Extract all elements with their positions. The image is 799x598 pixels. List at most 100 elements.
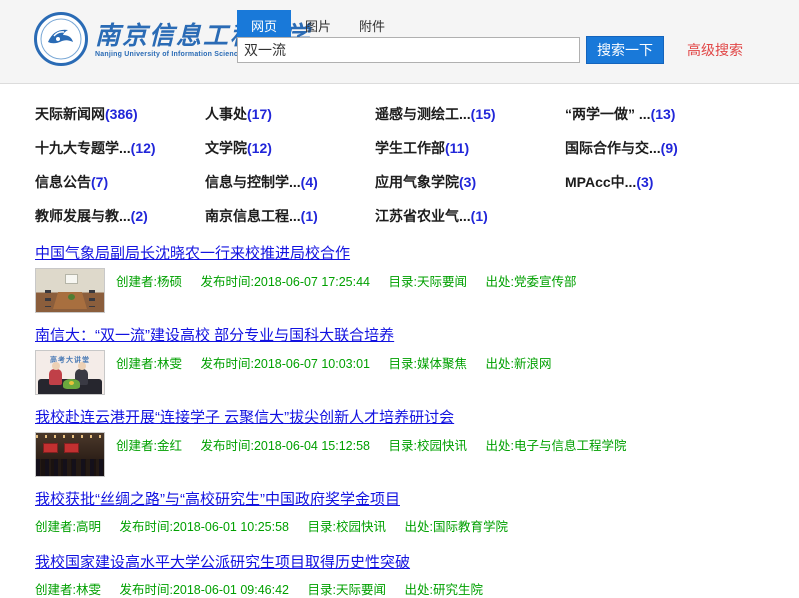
search-row: 搜索一下 高级搜索 <box>237 37 743 64</box>
result-meta: 创建者:高明 发布时间:2018-06-01 10:25:58 目录:校园快讯 … <box>35 514 799 535</box>
category-label: 南京信息工程... <box>205 208 301 224</box>
photo-people <box>45 290 51 307</box>
result-thumbnail[interactable] <box>35 432 105 477</box>
meta-category: 目录:媒体聚焦 <box>389 357 467 371</box>
category-count: (15) <box>471 106 496 122</box>
meta-source: 出处:新浪网 <box>485 357 551 371</box>
category-link[interactable]: 江苏省农业气...(1) <box>375 206 565 228</box>
result-title-link[interactable]: 我校赴连云港开展“连接学子 云聚信大”拔尖创新人才培养研讨会 <box>35 408 454 427</box>
category-count: (11) <box>445 140 469 156</box>
result-title-link[interactable]: 我校国家建设高水平大学公派研究生项目取得历史性突破 <box>35 553 410 572</box>
category-link[interactable]: 教师发展与教...(2) <box>35 206 205 228</box>
result-title-link[interactable]: 中国气象局副局长沈晓农一行来校推进局校合作 <box>35 244 350 263</box>
tab-webpage[interactable]: 网页 <box>237 10 291 37</box>
result-body: 创建者:金红 发布时间:2018-06-04 15:12:58 目录:校园快讯 … <box>35 432 799 477</box>
category-label: 国际合作与交... <box>565 140 661 156</box>
category-link[interactable]: 南京信息工程...(1) <box>205 206 375 228</box>
category-count: (17) <box>247 106 272 122</box>
category-count: (13) <box>651 106 676 122</box>
category-count: (9) <box>661 140 678 156</box>
category-link[interactable]: 天际新闻网(386) <box>35 104 205 126</box>
category-link[interactable]: MPAcc中...(3) <box>565 172 765 194</box>
photo-banner-text: 高考大讲堂 <box>36 355 104 365</box>
photo-people <box>89 290 95 307</box>
photo-person <box>49 369 62 385</box>
meta-creator: 创建者:高明 <box>35 520 101 534</box>
search-result-item: 我校赴连云港开展“连接学子 云聚信大”拔尖创新人才培养研讨会 创建者:金红 发布… <box>35 408 799 477</box>
meta-creator: 创建者:林雯 <box>116 357 182 371</box>
result-meta: 创建者:林雯 发布时间:2018-06-01 09:46:42 目录:天际要闻 … <box>35 577 799 598</box>
category-label: “两学一做” ... <box>565 106 651 122</box>
category-label: 十九大专题学... <box>35 140 131 156</box>
category-count: (2) <box>131 208 148 224</box>
meta-category: 目录:校园快讯 <box>308 520 386 534</box>
meta-source: 出处:电子与信息工程学院 <box>485 439 626 453</box>
result-thumbnail[interactable]: 高考大讲堂 <box>35 350 105 395</box>
meta-creator: 创建者:林雯 <box>35 583 101 597</box>
header: 南京信息工程大学 Nanjing University of Informati… <box>0 0 799 84</box>
category-count: (12) <box>247 140 272 156</box>
category-link[interactable]: 信息公告(7) <box>35 172 205 194</box>
result-thumbnail[interactable] <box>35 268 105 313</box>
meta-source: 出处:国际教育学院 <box>404 520 507 534</box>
search-result-item: 我校国家建设高水平大学公派研究生项目取得历史性突破 创建者:林雯 发布时间:20… <box>35 553 799 598</box>
search-result-item: 南信大：“双一流”建设高校 部分专业与国科大联合培养 高考大讲堂 创建者:林雯 … <box>35 326 799 395</box>
category-link[interactable]: 信息与控制学...(4) <box>205 172 375 194</box>
search-result-item: 我校获批“丝绸之路”与“高校研究生”中国政府奖学金项目 创建者:高明 发布时间:… <box>35 490 799 535</box>
category-count: (3) <box>636 174 653 190</box>
meta-publish-time: 发布时间:2018-06-07 17:25:44 <box>200 275 370 289</box>
photo-screen <box>43 443 58 453</box>
category-label: 天际新闻网 <box>35 106 105 122</box>
category-count: (386) <box>105 106 138 122</box>
category-count: (4) <box>301 174 318 190</box>
photo-ceiling-lights <box>36 435 104 438</box>
meta-publish-time: 发布时间:2018-06-07 10:03:01 <box>200 357 370 371</box>
meta-publish-time: 发布时间:2018-06-01 09:46:42 <box>119 583 289 597</box>
category-link[interactable]: 人事处(17) <box>205 104 375 126</box>
category-label: 教师发展与教... <box>35 208 131 224</box>
photo-flowers <box>63 379 80 389</box>
result-body: 创建者:杨硕 发布时间:2018-06-07 17:25:44 目录:天际要闻 … <box>35 268 799 313</box>
meta-category: 目录:天际要闻 <box>389 275 467 289</box>
category-label: 应用气象学院 <box>375 174 459 190</box>
photo-plant <box>68 294 75 300</box>
result-meta: 创建者:林雯 发布时间:2018-06-07 10:03:01 目录:媒体聚焦 … <box>116 350 566 395</box>
university-emblem-icon <box>34 12 88 66</box>
category-link[interactable]: 国际合作与交...(9) <box>565 138 765 160</box>
category-link[interactable]: 十九大专题学...(12) <box>35 138 205 160</box>
result-title-link[interactable]: 南信大：“双一流”建设高校 部分专业与国科大联合培养 <box>35 326 394 345</box>
search-tabs: 网页 图片 附件 <box>237 10 743 37</box>
category-link[interactable]: 遥感与测绘工...(15) <box>375 104 565 126</box>
meta-source: 出处:党委宣传部 <box>485 275 576 289</box>
category-label: 遥感与测绘工... <box>375 106 471 122</box>
tab-attachments[interactable]: 附件 <box>345 10 399 37</box>
category-label: MPAcc中... <box>565 174 636 190</box>
tab-images[interactable]: 图片 <box>291 10 345 37</box>
search-input[interactable] <box>237 37 580 63</box>
meta-publish-time: 发布时间:2018-06-01 10:25:58 <box>119 520 289 534</box>
meta-category: 目录:天际要闻 <box>308 583 386 597</box>
category-label: 信息公告 <box>35 174 91 190</box>
category-label: 江苏省农业气... <box>375 208 471 224</box>
category-label: 信息与控制学... <box>205 174 301 190</box>
category-link[interactable]: 学生工作部(11) <box>375 138 565 160</box>
category-link[interactable]: 文学院(12) <box>205 138 375 160</box>
category-link[interactable]: 应用气象学院(3) <box>375 172 565 194</box>
search-area: 网页 图片 附件 搜索一下 高级搜索 <box>237 10 743 64</box>
result-meta: 创建者:金红 发布时间:2018-06-04 15:12:58 目录:校园快讯 … <box>116 432 641 477</box>
category-label: 学生工作部 <box>375 140 445 156</box>
meta-creator: 创建者:金红 <box>116 439 182 453</box>
search-result-item: 中国气象局副局长沈晓农一行来校推进局校合作 创建者:杨硕 发布时间:2018-0… <box>35 244 799 313</box>
advanced-search-link[interactable]: 高级搜索 <box>687 37 743 63</box>
search-button[interactable]: 搜索一下 <box>586 36 664 64</box>
category-link[interactable]: “两学一做” ...(13) <box>565 104 765 126</box>
category-label: 人事处 <box>205 106 247 122</box>
category-count: (1) <box>471 208 488 224</box>
photo-audience <box>36 459 104 476</box>
category-count: (1) <box>301 208 318 224</box>
meta-creator: 创建者:杨硕 <box>116 275 182 289</box>
result-meta: 创建者:杨硕 发布时间:2018-06-07 17:25:44 目录:天际要闻 … <box>116 268 591 313</box>
meta-source: 出处:研究生院 <box>404 583 482 597</box>
meta-category: 目录:校园快讯 <box>389 439 467 453</box>
result-title-link[interactable]: 我校获批“丝绸之路”与“高校研究生”中国政府奖学金项目 <box>35 490 400 509</box>
